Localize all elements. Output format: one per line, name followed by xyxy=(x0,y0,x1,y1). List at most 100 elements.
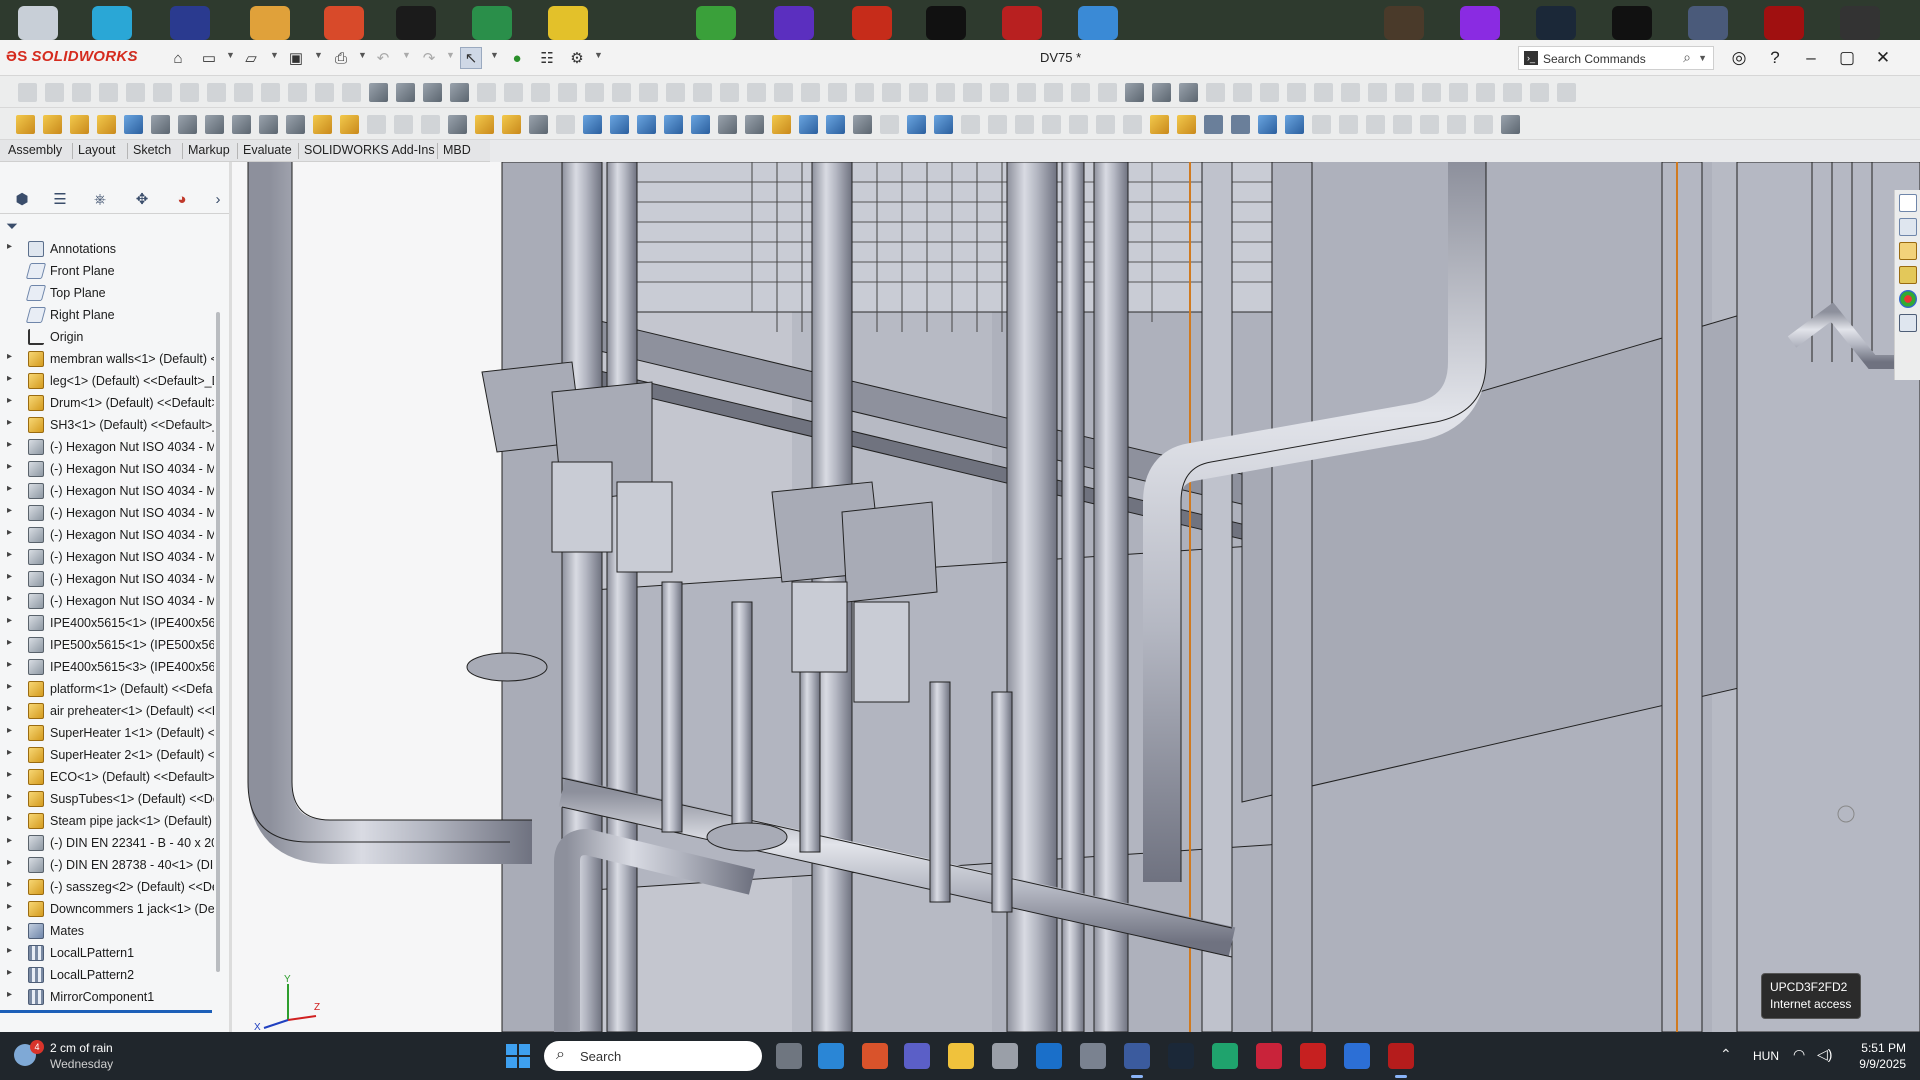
tab-evaluate[interactable]: Evaluate xyxy=(243,143,292,157)
desktop-icon[interactable] xyxy=(472,6,512,40)
select-icon[interactable]: ↖ xyxy=(460,47,482,69)
expand-arrow-icon[interactable]: ▸ xyxy=(7,923,12,934)
toolbar-tool-icon[interactable] xyxy=(504,83,523,102)
assembly-tool-icon[interactable] xyxy=(1393,115,1412,134)
volume-icon[interactable]: ◁) xyxy=(1817,1046,1832,1063)
configuration-manager-tab-icon[interactable]: ⎈ xyxy=(88,188,112,210)
desktop-icon[interactable] xyxy=(92,6,132,40)
toolbar-tool-icon[interactable] xyxy=(1449,83,1468,102)
expand-arrow-icon[interactable]: ▸ xyxy=(7,813,12,824)
toolbar-tool-icon[interactable] xyxy=(18,83,37,102)
solidworks-2023-icon[interactable] xyxy=(1388,1043,1414,1078)
file-explorer-icon[interactable] xyxy=(948,1043,974,1069)
expand-arrow-icon[interactable]: ▸ xyxy=(7,549,12,560)
solidworks-logo[interactable]: ƏS SOLIDWORKS xyxy=(6,48,138,65)
toolbar-tool-icon[interactable] xyxy=(1530,83,1549,102)
tree-item[interactable]: ▸ IPE400x5615<1> (IPE400x5615) xyxy=(0,612,214,634)
redo-dropdown-icon[interactable]: ▼ xyxy=(446,50,455,60)
toolbar-tool-icon[interactable] xyxy=(1476,83,1495,102)
tree-item[interactable]: ▸ (-) Hexagon Nut ISO 4034 - M3 xyxy=(0,524,214,546)
toolbar-tool-icon[interactable] xyxy=(99,83,118,102)
expand-arrow-icon[interactable]: ▸ xyxy=(7,373,12,384)
assembly-tool-icon[interactable] xyxy=(1501,115,1520,134)
toolbar-tool-icon[interactable] xyxy=(1044,83,1063,102)
assembly-tool-icon[interactable] xyxy=(1042,115,1061,134)
expand-arrow-icon[interactable]: ▸ xyxy=(7,989,12,1000)
toolbar-tool-icon[interactable] xyxy=(477,83,496,102)
toolbar-tool-icon[interactable] xyxy=(1260,83,1279,102)
toolbar-tool-icon[interactable] xyxy=(1179,83,1198,102)
toolbar-tool-icon[interactable] xyxy=(990,83,1009,102)
keyboard-icon[interactable] xyxy=(1080,1043,1106,1069)
custom-properties-icon[interactable] xyxy=(1899,314,1917,332)
assembly-tool-icon[interactable] xyxy=(286,115,305,134)
tree-item[interactable]: ▸ SH3<1> (Default) <<Default>_ xyxy=(0,414,214,436)
account-icon[interactable]: ◎ xyxy=(1724,46,1754,70)
taskbar-search[interactable]: ⌕ Search xyxy=(544,1041,762,1071)
expand-arrow-icon[interactable]: ▸ xyxy=(7,725,12,736)
desktop-icon[interactable] xyxy=(18,6,58,40)
tree-item[interactable]: ▸ MirrorComponent1 xyxy=(0,986,214,1008)
edge-icon[interactable] xyxy=(1212,1043,1238,1069)
tree-item[interactable]: ▸ IPE400x5615<3> (IPE400x5615) xyxy=(0,656,214,678)
assembly-tool-icon[interactable] xyxy=(124,115,143,134)
desktop-icon[interactable] xyxy=(1688,6,1728,40)
toolbar-tool-icon[interactable] xyxy=(1206,83,1225,102)
show-hidden-icons-chevron-icon[interactable]: ⌃ xyxy=(1720,1046,1732,1063)
clock-date[interactable]: 9/9/2025 xyxy=(1848,1057,1906,1071)
filter-icon[interactable]: ⏷ xyxy=(6,218,18,235)
desktop-icon[interactable] xyxy=(774,6,814,40)
assembly-tool-icon[interactable] xyxy=(1258,115,1277,134)
tree-item[interactable]: ▸ membran walls<1> (Default) < xyxy=(0,348,214,370)
tree-item[interactable]: ▸ air preheater<1> (Default) <<D xyxy=(0,700,214,722)
desktop-icon[interactable] xyxy=(1460,6,1500,40)
wifi-icon[interactable]: ◠ xyxy=(1793,1046,1805,1063)
tree-item[interactable]: ▸ SuperHeater 2<1> (Default) << xyxy=(0,744,214,766)
tree-item[interactable]: ▸ IPE500x5615<1> (IPE500x5615) xyxy=(0,634,214,656)
assembly-tool-icon[interactable] xyxy=(313,115,332,134)
weather-day[interactable]: Wednesday xyxy=(50,1057,113,1071)
toolbar-tool-icon[interactable] xyxy=(909,83,928,102)
tree-item[interactable]: Top Plane xyxy=(0,282,214,304)
assembly-tool-icon[interactable] xyxy=(1231,115,1250,134)
expand-arrow-icon[interactable]: ▸ xyxy=(7,659,12,670)
toolbar-tool-icon[interactable] xyxy=(72,83,91,102)
new-document-icon[interactable]: ▭ xyxy=(198,47,220,69)
toolbar-tool-icon[interactable] xyxy=(315,83,334,102)
view-palette-icon[interactable] xyxy=(1899,266,1917,284)
toolbar-tool-icon[interactable] xyxy=(396,83,415,102)
display-manager-tab-icon[interactable]: ◕ xyxy=(170,188,194,210)
expand-arrow-icon[interactable]: ▸ xyxy=(7,439,12,450)
assembly-tool-icon[interactable] xyxy=(1123,115,1142,134)
toolbar-tool-icon[interactable] xyxy=(1422,83,1441,102)
expand-arrow-icon[interactable]: ▸ xyxy=(7,747,12,758)
toolbar-tool-icon[interactable] xyxy=(693,83,712,102)
expand-tabs-chevron-icon[interactable]: › xyxy=(206,188,230,210)
desktop-icon[interactable] xyxy=(696,6,736,40)
print-icon[interactable]: ⎙ xyxy=(330,47,352,69)
tree-item[interactable]: ▸ (-) sasszeg<2> (Default) <<Def xyxy=(0,876,214,898)
assembly-tool-icon[interactable] xyxy=(907,115,926,134)
expand-arrow-icon[interactable]: ▸ xyxy=(7,791,12,802)
rollback-bar[interactable] xyxy=(0,1010,212,1013)
expand-arrow-icon[interactable]: ▸ xyxy=(7,351,12,362)
expand-arrow-icon[interactable]: ▸ xyxy=(7,395,12,406)
toolbar-tool-icon[interactable] xyxy=(1287,83,1306,102)
design-library-icon[interactable] xyxy=(1899,218,1917,236)
toolbar-tool-icon[interactable] xyxy=(1152,83,1171,102)
assembly-tool-icon[interactable] xyxy=(880,115,899,134)
assembly-tool-icon[interactable] xyxy=(1474,115,1493,134)
expand-arrow-icon[interactable]: ▸ xyxy=(7,703,12,714)
outlook-icon[interactable] xyxy=(1036,1043,1062,1069)
expand-arrow-icon[interactable]: ▸ xyxy=(7,505,12,516)
desktop-icon[interactable] xyxy=(250,6,290,40)
toolbar-tool-icon[interactable] xyxy=(1098,83,1117,102)
assembly-tool-icon[interactable] xyxy=(1015,115,1034,134)
expand-arrow-icon[interactable]: ▸ xyxy=(7,835,12,846)
toolbar-tool-icon[interactable] xyxy=(1071,83,1090,102)
desktop-icon[interactable] xyxy=(1536,6,1576,40)
toolbar-tool-icon[interactable] xyxy=(639,83,658,102)
assembly-tool-icon[interactable] xyxy=(43,115,62,134)
teams-icon[interactable] xyxy=(904,1043,930,1069)
assembly-tool-icon[interactable] xyxy=(583,115,602,134)
